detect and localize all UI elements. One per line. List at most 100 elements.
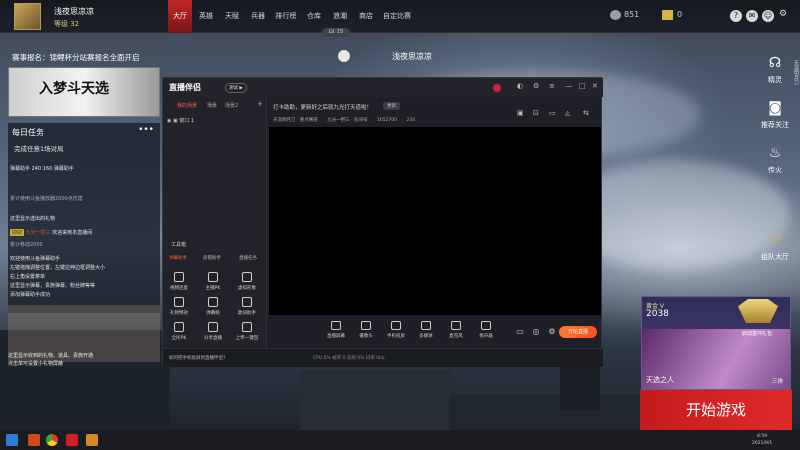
chat-line: 这里显示弹幕，贵族弹幕、粉丝牌等等 [10, 283, 96, 289]
video-link-button[interactable]: 视频连麦 [165, 272, 193, 291]
footer-tip[interactable]: 如何把手机投屏到直播伴侣？ [169, 355, 228, 361]
team-icon: ⛉ [769, 232, 781, 248]
virtual-avatar-button[interactable]: 虚拟形象 [233, 272, 261, 291]
mail-icon[interactable]: ✉ [746, 10, 758, 22]
top-navigation-bar: 浅夜思凉凉 等级 32 大厅 英雄 天赋 兵器 排行榜 仓库 浪潮 商店 自定比… [0, 0, 800, 33]
clock-time: 8:59 [757, 434, 768, 439]
rank-subtitle: 启动首冲礼包 [742, 331, 773, 337]
app-icon[interactable] [86, 434, 98, 446]
notice-button[interactable]: 更新 [383, 102, 400, 110]
app-badge[interactable]: 测试 ▶ [225, 83, 247, 93]
app-titlebar[interactable]: 直播伴侣 测试 ▶ ◐ ⚙ ≡ — □ ✕ [163, 78, 603, 97]
window-icon[interactable]: ▭ [549, 109, 556, 117]
windows-start-icon[interactable] [6, 434, 18, 446]
close-icon[interactable]: ✕ [592, 82, 598, 90]
room-host: 九光一把三 · 房间号 [327, 118, 368, 123]
scene-tab[interactable]: 我的场景 [177, 102, 197, 109]
streaming-app-window: 直播伴侣 测试 ▶ ◐ ⚙ ≡ — □ ✕ 我的场景 场景 场景2 + ◉ ▣ … [162, 77, 603, 367]
scene-tab[interactable]: 场景 [207, 102, 217, 109]
event-banner[interactable]: 入梦斗天选 [8, 67, 160, 117]
anchor-pk-button[interactable]: 主播PK [199, 272, 227, 291]
emote-icon[interactable] [338, 50, 350, 62]
tab-lobby[interactable]: 大厅 [168, 0, 192, 33]
menu-icon[interactable]: ≡ [549, 82, 555, 90]
lyrics-button[interactable]: 歌词助手 [233, 297, 261, 316]
name-tag: 卯卯 [10, 229, 25, 236]
rank-mode[interactable]: 三排 [772, 377, 783, 385]
side-tab[interactable]: 弹幕助手 [169, 255, 187, 261]
start-live-button[interactable]: 开始直播 [559, 326, 597, 338]
share-live-button[interactable]: 分享直播 [199, 322, 227, 341]
more-icon[interactable]: ••• [138, 125, 154, 135]
room-id: 1652700 [376, 118, 398, 123]
gift-effect-button[interactable]: 礼物特效 [165, 297, 193, 316]
chrome-icon[interactable] [46, 434, 58, 446]
headset-icon: ☊ [768, 55, 782, 71]
tab-custom-match[interactable]: 自定比赛 [380, 0, 414, 33]
side-tab[interactable]: 房管助手 [203, 255, 221, 261]
danmaku-button[interactable]: 弹幕姬 [199, 297, 227, 316]
app-footer: 如何把手机投屏到直播伴侣？ CPU 0% 帧率 0 丢帧 0% 码率 0kb [163, 348, 603, 367]
scene-tab[interactable]: 场景2 [225, 102, 238, 109]
share-icon[interactable]: ⇆ [583, 109, 589, 117]
microphone-button[interactable]: 麦克风 [441, 321, 471, 339]
settings-icon[interactable]: ⚙ [533, 82, 539, 90]
rank-points: 2038 [646, 309, 669, 319]
user-avatar[interactable] [493, 84, 501, 92]
settings-icon[interactable]: ⚙ [779, 9, 787, 19]
tab-weapons[interactable]: 兵器 [246, 0, 270, 33]
recommend-follow-button[interactable]: ◙ 推荐关注 [750, 100, 800, 130]
app-icon[interactable] [28, 434, 40, 446]
task-title: 每日任务 [12, 128, 44, 137]
chat-line: 左键拖拽调整位置，左键拉伸边框调整大小 [10, 265, 106, 271]
tab-talent[interactable]: 天赋 [220, 0, 244, 33]
gift-hint: 这里显示收到的礼物、道具、贵族开通 点击单可设置小礼物屏蔽 [8, 352, 93, 368]
phone-cast-button[interactable]: 手机投屏 [381, 321, 411, 339]
chat-line: 欢迎使用斗鱼弹幕助手 [10, 256, 61, 262]
sprite-button[interactable]: ☊ 精灵 [750, 55, 800, 85]
room-title[interactable]: 天涯明月刀 · 重点赛链 [273, 118, 318, 123]
stream-preview[interactable] [269, 127, 601, 315]
viewer-count: 234 [406, 118, 416, 123]
camera-icon: ◙ [768, 100, 782, 116]
speaker-button[interactable]: 扬声器 [471, 321, 501, 339]
record-icon[interactable]: ▣ [517, 109, 524, 117]
media-button[interactable]: 多媒体 [411, 321, 441, 339]
rank-emblem [738, 299, 778, 323]
rank-card[interactable]: 黄金 V 2038 启动首冲礼包 天选之人 三排 [641, 296, 791, 390]
avatar[interactable] [14, 3, 41, 30]
maximize-icon[interactable]: □ [579, 82, 586, 90]
start-game-button[interactable]: 开始游戏 [640, 390, 792, 430]
lock-icon[interactable]: ⊡ [533, 109, 539, 117]
friends-icon[interactable]: ☺ [762, 10, 774, 22]
tab-leaderboard[interactable]: 排行榜 [272, 0, 300, 33]
camera-button[interactable]: 摄像头 [351, 321, 381, 339]
tab-warehouse[interactable]: 仓库 [302, 0, 326, 33]
help-icon[interactable]: ? [730, 10, 742, 22]
chat-line: 弹幕助手 240 160 弹幕助手 [10, 166, 74, 172]
app-main: 打卡助助，更新好之后就九光打天道啦！ 更新 ▣ ⊡ ▭ ◬ ⇆ 天涯明月刀 · … [267, 97, 603, 348]
minimize-icon[interactable]: — [565, 82, 572, 90]
flame-icon: ♨ [768, 145, 782, 161]
center-player-name: 浅夜思凉凉 [392, 52, 432, 61]
tab-heroes[interactable]: 英雄 [194, 0, 218, 33]
coin-icon [610, 10, 621, 20]
add-scene-icon[interactable]: + [257, 100, 263, 108]
team-lobby-button[interactable]: ⛉ 组队大厅 [750, 232, 800, 262]
currency-1: 851 [624, 10, 640, 19]
upload-button[interactable]: 上传一键回 [233, 322, 261, 341]
app-icon[interactable] [66, 434, 78, 446]
event-title[interactable]: 赛事报名：锦鲤杯分站赛报名全面开启 [8, 50, 160, 65]
scene-item[interactable]: ◉ ▣ 窗口 1 [167, 117, 194, 124]
tab-shop[interactable]: 商店 [354, 0, 378, 33]
pass-fire-button[interactable]: ♨ 传火 [750, 145, 800, 175]
app-sidebar: 我的场景 场景 场景2 + ◉ ▣ 窗口 1 工具箱 弹幕助手 房管助手 直播任… [163, 97, 267, 348]
player-name: 浅夜思凉凉 [54, 7, 94, 16]
bell-icon[interactable]: ◬ [565, 109, 570, 117]
all-pk-button[interactable]: 全民PK [165, 322, 193, 341]
notice-text: 打卡助助，更新好之后就九光打天道啦！ [273, 105, 373, 111]
skin-icon[interactable]: ◐ [517, 82, 523, 90]
screen-capture-button[interactable]: 直播屏幕 [321, 321, 351, 339]
side-tab[interactable]: 直播任务 [239, 255, 257, 261]
clock-date: 2021/9/1 [752, 441, 773, 446]
